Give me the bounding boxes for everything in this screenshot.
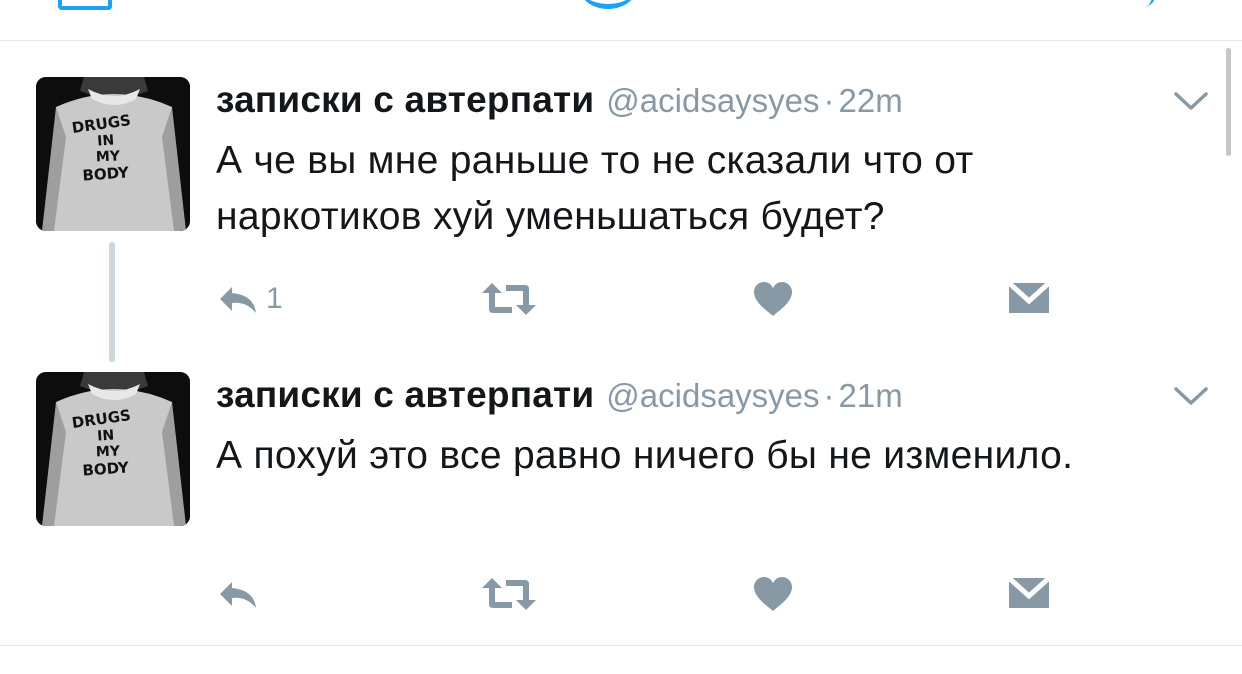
compose-icon-partial[interactable] [1138,0,1155,6]
avatar-shirt-text-4: BODY [82,163,131,184]
timestamp[interactable]: 21m [839,377,903,414]
display-name[interactable]: записки с автерпати [216,79,594,120]
avatar[interactable]: DRUGS IN MY BODY [36,77,190,231]
like-button[interactable] [752,277,794,321]
avatar-shirt-text-3: MY [96,149,121,166]
direct-message-button[interactable] [1006,277,1052,321]
direct-message-icon [1007,576,1051,608]
like-icon [754,282,792,316]
bottom-divider [0,645,1242,646]
reply-count: 1 [266,282,283,315]
reply-button[interactable] [216,572,266,616]
avatar-shirt-text-2: IN [97,427,115,444]
separator-dot: · [823,82,835,119]
reply-icon [220,582,256,608]
retweet-button[interactable] [480,572,538,616]
timestamp[interactable]: 22m [839,82,903,119]
tweet-actions: 1 [216,277,1116,321]
reply-icon [220,287,256,313]
chevron-down-icon[interactable] [1172,384,1210,408]
timeline-screen: DRUGS IN MY BODY записки с автерпати @aci… [0,0,1242,674]
avatar-image: DRUGS IN MY BODY [36,77,190,231]
tweet-text: А че вы мне раньше то не сказали что от … [216,139,974,238]
avatar-shirt-text-4: BODY [82,458,131,479]
top-divider [0,40,1242,41]
avatar-shirt-text-2: IN [97,132,115,149]
avatar-shirt-text-3: MY [96,444,121,461]
like-icon [754,577,792,611]
retweet-icon [482,283,536,315]
nav-bar-center-icon-partial[interactable] [578,0,638,9]
separator-dot: · [823,377,835,414]
thread-connector-line [109,242,115,362]
avatar[interactable]: DRUGS IN MY BODY [36,372,190,526]
tweet-header: записки с автерпати @acidsaysyes · 22m [216,79,903,121]
chevron-down-icon[interactable] [1172,89,1210,113]
reply-button[interactable]: 1 [216,277,283,321]
like-button[interactable] [752,572,794,616]
tweet-text: А похуй это все равно ничего бы не измен… [216,434,1074,477]
handle[interactable]: @acidsaysyes [606,377,819,414]
retweet-button[interactable] [480,277,538,321]
retweet-icon [482,578,536,610]
direct-message-button[interactable] [1006,572,1052,616]
direct-message-icon [1007,281,1051,313]
tweet-header: записки с автерпати @acidsaysyes · 21m [216,374,903,416]
scrollbar[interactable] [1226,48,1231,156]
tweet-actions [216,572,1116,616]
display-name[interactable]: записки с автерпати [216,374,594,415]
handle[interactable]: @acidsaysyes [606,82,819,119]
nav-bar-icon-partial[interactable] [58,0,112,10]
avatar-image: DRUGS IN MY BODY [36,372,190,526]
